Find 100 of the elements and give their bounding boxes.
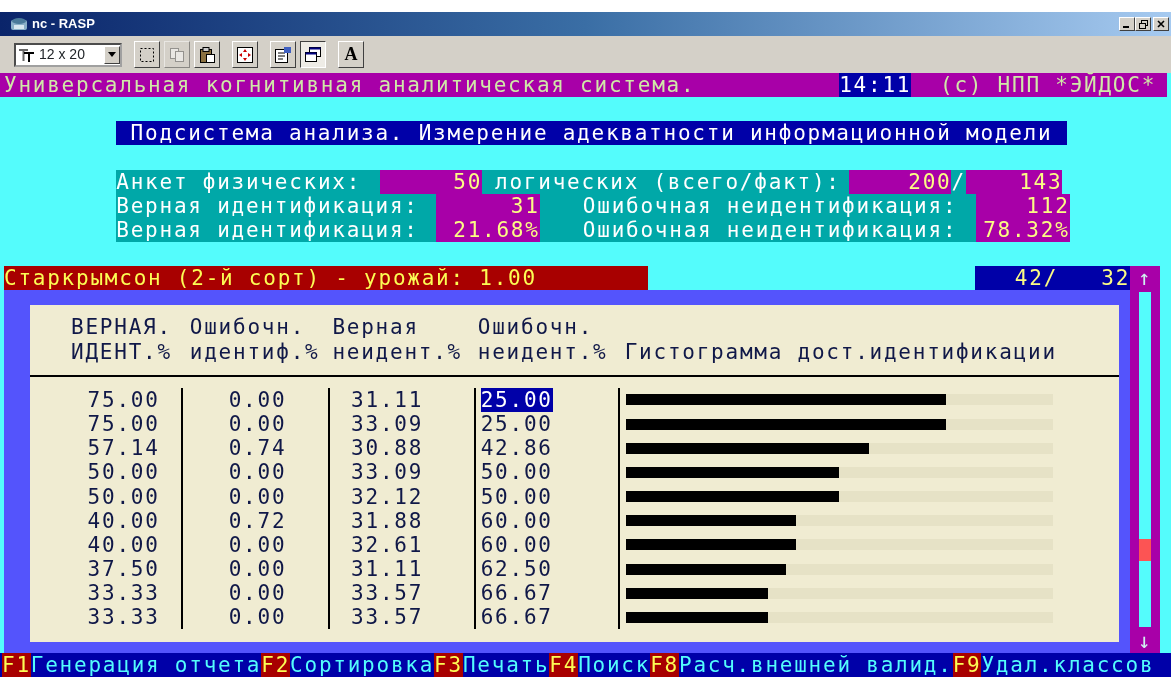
table-cell: 30.88 <box>351 436 424 461</box>
table-cell: 0.74 <box>228 436 287 461</box>
dropdown-arrow-button[interactable] <box>104 45 120 64</box>
function-key-label: Поиск <box>578 652 651 677</box>
dashed-rectangle-icon <box>138 45 156 64</box>
table-cell: 42.86 <box>480 436 553 461</box>
subsystem-title: Подсистема анализа. Измерение адекватности информационной модели <box>116 121 1067 146</box>
clock-time: 14:11 <box>839 73 912 98</box>
table-cell: 0.00 <box>228 387 287 413</box>
caret-icon <box>108 52 116 57</box>
table-cell: 66.67 <box>480 581 553 606</box>
table-cell: 60.00 <box>480 508 553 533</box>
arrows-icon <box>236 45 254 64</box>
stat-label: Ошибочная неидентификация: <box>539 217 976 243</box>
scroll-down-button[interactable]: ↓ <box>1138 628 1153 653</box>
clipboard-icon <box>198 45 216 64</box>
table-cell: 33.09 <box>351 460 424 485</box>
document-icon <box>274 45 292 64</box>
function-key-label: Сортировка <box>290 652 435 677</box>
column-header: ИДЕНТ.% <box>71 339 172 364</box>
pages-icon <box>168 45 186 64</box>
windows-icon <box>304 45 322 64</box>
toolbar-button[interactable] <box>300 41 326 68</box>
table-cell: 33.33 <box>87 581 160 606</box>
stat-label: логических (всего/факт): <box>482 169 850 194</box>
table-cell: 50.00 <box>87 460 160 485</box>
stat-value: 50 <box>379 169 483 194</box>
column-header: неидент.% <box>332 339 462 364</box>
table-cell: 0.00 <box>228 581 287 606</box>
close-icon <box>1157 20 1165 28</box>
table-cell: 50.00 <box>480 484 553 509</box>
function-key[interactable]: F9 <box>952 652 982 677</box>
record-position: 42/ <box>1013 266 1059 291</box>
function-key[interactable]: F1 <box>2 652 31 677</box>
table-cell: 33.33 <box>87 605 160 630</box>
minimize-button[interactable] <box>1119 17 1135 31</box>
close-button[interactable] <box>1153 17 1169 31</box>
function-key-label: Генерация отчета <box>30 652 262 677</box>
table-cell: 40.00 <box>87 508 160 533</box>
stat-value: 112 <box>975 193 1070 218</box>
table-cell: 40.00 <box>87 532 160 557</box>
restore-button[interactable] <box>1135 17 1151 31</box>
table-cell: 60.00 <box>480 532 553 557</box>
stat-label: Анкет физических: <box>116 169 380 194</box>
function-key[interactable]: F3 <box>434 652 463 677</box>
table-cell: 31.11 <box>351 556 424 582</box>
function-key[interactable]: F8 <box>650 652 679 677</box>
table-cell: 75.00 <box>87 412 160 437</box>
table-cell: 25.00 <box>480 387 553 413</box>
function-key[interactable]: F4 <box>549 652 579 677</box>
table-cell: 32.12 <box>351 484 424 509</box>
stat-label: Верная идентификация: <box>116 193 436 218</box>
table-cell: 75.00 <box>87 387 160 413</box>
stat-value: 200 <box>849 169 952 194</box>
table-cell: 50.00 <box>480 460 553 485</box>
table-cell: 0.72 <box>228 508 287 533</box>
font-button[interactable]: A <box>338 41 364 68</box>
stat-label: Ошибочная неидентификация: <box>539 193 976 218</box>
font-type-icon <box>19 47 35 62</box>
function-key[interactable]: F2 <box>261 652 291 677</box>
table-cell: 33.57 <box>351 605 424 630</box>
column-header: Ошибочн. <box>477 315 594 340</box>
function-key-label: Расч.внешней валид. <box>679 652 953 677</box>
table-cell: 37.50 <box>87 556 160 582</box>
restore-icon <box>1138 19 1148 29</box>
table-cell: 62.50 <box>480 556 553 582</box>
table-cell: 33.57 <box>351 581 424 606</box>
app-icon <box>10 16 28 32</box>
column-header: ВЕРНАЯ. <box>71 315 172 340</box>
stat-label: Верная идентификация: <box>116 217 436 243</box>
table-cell: 31.11 <box>351 387 424 413</box>
copyright-text: (c) НПП *ЭЙДОС* <box>940 73 1157 98</box>
table-cell: 0.00 <box>228 556 287 582</box>
stat-value: 143 <box>965 169 1063 194</box>
function-key-label: Удал.классов <box>981 652 1155 677</box>
table-cell: 0.00 <box>228 460 287 485</box>
stat-label: / <box>951 169 966 194</box>
table-cell: 33.09 <box>351 412 424 437</box>
column-header: неидент.% <box>477 339 608 364</box>
table-cell: 66.67 <box>480 605 553 630</box>
table-cell: 0.00 <box>228 412 287 437</box>
stat-value: 78.32% <box>975 217 1070 243</box>
app-title: Универсальная когнитивная аналитическая система. <box>4 73 697 98</box>
function-key-label: Печать <box>462 652 550 677</box>
table-cell: 50.00 <box>87 484 160 509</box>
font-size-dropdown[interactable]: 12 x 20 <box>14 42 122 67</box>
record-count: 32 <box>1101 266 1131 291</box>
stat-value: 21.68% <box>436 217 540 243</box>
column-header: Верная <box>332 315 419 340</box>
column-header: Гистограмма дост.идентификации <box>624 339 1057 364</box>
table-cell: 0.00 <box>228 484 287 509</box>
scroll-up-button[interactable]: ↑ <box>1138 266 1153 291</box>
stat-value: 31 <box>436 193 540 218</box>
class-title: Старкрымсон (2-й сорт) - урожай: 1.00 <box>4 266 648 291</box>
scroll-thumb[interactable] <box>1139 538 1152 561</box>
table-cell: 0.00 <box>228 532 287 557</box>
table-cell: 57.14 <box>87 436 160 461</box>
column-header: идентиф.% <box>189 339 320 364</box>
table-cell: 32.61 <box>351 532 424 557</box>
table-cell: 31.88 <box>351 508 424 533</box>
